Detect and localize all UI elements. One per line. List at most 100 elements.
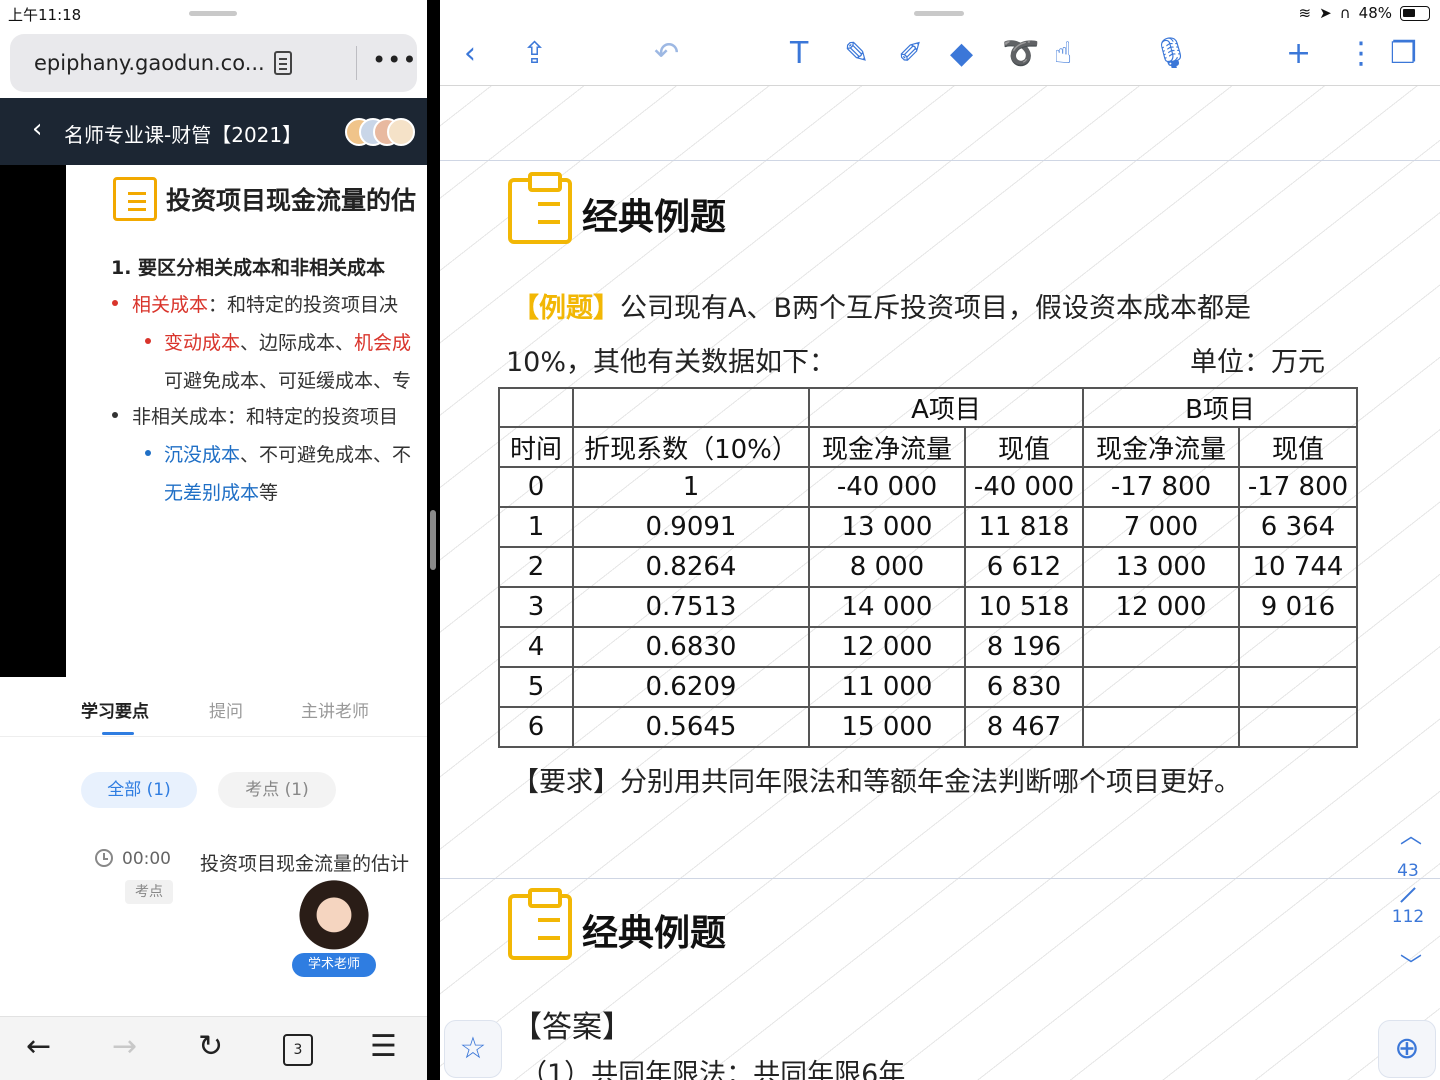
back-chevron-icon[interactable]: ‹ (464, 36, 476, 71)
course-title: 名师专业课-财管【2021】 (64, 123, 303, 147)
bullet (112, 300, 118, 306)
tabs-count-button[interactable]: 3 (283, 1034, 313, 1066)
table-cell: 6 830 (964, 666, 1084, 708)
page-separator (440, 160, 1440, 161)
table-cell: 9 016 (1238, 586, 1358, 628)
url-divider (356, 46, 357, 80)
table-cell: 13 000 (808, 506, 966, 548)
table-cell: 15 000 (808, 706, 966, 748)
browser-toolbar: ← → ↻ 3 ☰ (0, 1016, 427, 1080)
checklist-icon (113, 177, 157, 221)
table-cell: 8 000 (808, 546, 966, 588)
table-cell: 6 (498, 706, 574, 748)
column-header: 折现系数（10%） (572, 426, 810, 468)
item-timestamp[interactable]: 00:00 (122, 849, 171, 869)
active-tab-indicator (102, 732, 134, 735)
table-cell: -40 000 (808, 466, 966, 508)
video-player[interactable]: 投资项目现金流量的估 1. 要区分相关成本和非相关成本 相关成本：和特定的投资项… (0, 165, 427, 677)
page-down-icon[interactable]: ﹀ (1400, 948, 1422, 980)
table-cell: 14 000 (808, 586, 966, 628)
table-cell: 0.7513 (572, 586, 810, 628)
teacher-avatar[interactable] (299, 878, 369, 960)
undo-icon[interactable]: ↶ (654, 36, 679, 71)
column-header: 现值 (964, 426, 1084, 468)
table-cell: -40 000 (964, 466, 1084, 508)
slide-line-related: 相关成本：和特定的投资项目决 (132, 294, 399, 316)
table-cell: 0.9091 (572, 506, 810, 548)
keypoint-tag: 考点 (125, 880, 173, 904)
pages-icon[interactable]: ❐ (1390, 36, 1417, 71)
more-options-button[interactable]: ••• (372, 46, 417, 74)
text-tool-icon[interactable]: T (790, 36, 808, 71)
requirement-text: 【要求】分别用共同年限法和等额年金法判断哪个项目更好。 (512, 767, 1241, 798)
table-cell (1082, 666, 1240, 708)
table-cell: 4 (498, 626, 574, 668)
group-b-header: B项目 (1082, 387, 1358, 428)
tab-key-points[interactable]: 学习要点 (81, 697, 149, 722)
table-cell: 0.8264 (572, 546, 810, 588)
add-page-icon[interactable]: + (1286, 36, 1311, 71)
table-cell: 1 (572, 466, 810, 508)
window-grabber[interactable] (914, 11, 964, 16)
table-row: 3 0.7513 14 000 10 518 12 000 9 016 (498, 586, 1358, 628)
question-line-2: 10%，其他有关数据如下： (506, 347, 837, 378)
table-cell: 10 518 (964, 586, 1084, 628)
example-clipboard-icon (508, 172, 572, 244)
question-line-1: 【例题】公司现有A、B两个互斥投资项目，假设资本成本都是 (512, 293, 1251, 324)
split-view-handle[interactable] (430, 510, 436, 570)
back-chevron-icon[interactable]: ‹ (32, 114, 42, 144)
back-arrow-icon[interactable]: ← (26, 1029, 51, 1064)
pen-tool-icon[interactable]: ✎ (844, 36, 869, 71)
microphone-icon[interactable]: 🎙 (1152, 36, 1190, 71)
more-vertical-icon[interactable]: ⋮ (1346, 36, 1376, 71)
zoom-in-icon[interactable]: ⊕ (1378, 1020, 1436, 1078)
menu-icon[interactable]: ☰ (370, 1029, 397, 1064)
page-up-icon[interactable]: ︿ (1400, 818, 1422, 850)
column-header: 时间 (498, 426, 574, 468)
window-grabber[interactable] (189, 11, 237, 16)
url-text[interactable]: epiphany.gaodun.co... (34, 51, 265, 75)
course-header: ‹ 名师专业课-财管【2021】 (0, 98, 427, 165)
unit-label: 单位：万元 (1190, 347, 1325, 378)
table-cell: 8 196 (964, 626, 1084, 668)
forward-arrow-icon[interactable]: → (112, 1029, 137, 1064)
notes-pane: ≋ ➤ ∩ 48% ‹ ⇪ ↶ T ✎ ✐ ◆ ➰ ☝ 🎙 + ⋮ ❐ 经典例题… (440, 0, 1440, 1080)
hand-tool-icon[interactable]: ☝ (1054, 36, 1072, 71)
slide-line-costs: 变动成本、边际成本、机会成 (164, 332, 412, 354)
tab-questions[interactable]: 提问 (209, 697, 243, 722)
table-cell: 12 000 (1082, 586, 1240, 628)
highlighter-tool-icon[interactable]: ✐ (898, 36, 923, 71)
tab-lecturer[interactable]: 主讲老师 (301, 697, 369, 722)
table-row: 4 0.6830 12 000 8 196 (498, 626, 1358, 668)
share-icon[interactable]: ⇪ (522, 36, 547, 71)
example-clipboard-icon (508, 888, 572, 960)
filter-keypoint-button[interactable]: 考点 (1) (218, 772, 336, 808)
bullet (145, 338, 151, 344)
filter-all-button[interactable]: 全部 (1) (81, 772, 197, 808)
column-header: 现金净流量 (1082, 426, 1240, 468)
bullet (145, 450, 151, 456)
wifi-icon: ≋ (1298, 4, 1312, 22)
table-row: 6 0.5645 15 000 8 467 (498, 706, 1358, 748)
eraser-tool-icon[interactable]: ◆ (950, 36, 973, 71)
current-page[interactable]: 43 (1390, 861, 1426, 881)
avatar (387, 118, 415, 146)
group-a-header: A项目 (808, 387, 1084, 428)
lasso-tool-icon[interactable]: ➰ (1002, 36, 1039, 71)
key-point-item[interactable]: 投资项目现金流量的估计 (200, 849, 409, 876)
notes-toolbar: ‹ ⇪ ↶ T ✎ ✐ ◆ ➰ ☝ 🎙 + ⋮ ❐ (440, 28, 1440, 86)
page-separator (440, 878, 1440, 879)
table-cell (1238, 706, 1358, 748)
slide-line-avoidable: 可避免成本、可延缓成本、专 (164, 370, 412, 392)
table-cell: 1 (498, 506, 574, 548)
viewer-avatars[interactable] (345, 118, 417, 146)
favorite-star-icon[interactable]: ☆ (444, 1020, 502, 1078)
teacher-badge: 学术老师 (292, 953, 376, 977)
clock-icon (95, 849, 113, 867)
page-divider (1400, 887, 1416, 903)
table-cell (1082, 626, 1240, 668)
reader-mode-icon[interactable] (274, 51, 292, 75)
reload-icon[interactable]: ↻ (198, 1029, 223, 1064)
address-bar[interactable]: epiphany.gaodun.co... ••• (10, 34, 417, 92)
slide-line-sunk: 沉没成本、不可避免成本、不 (164, 444, 412, 466)
